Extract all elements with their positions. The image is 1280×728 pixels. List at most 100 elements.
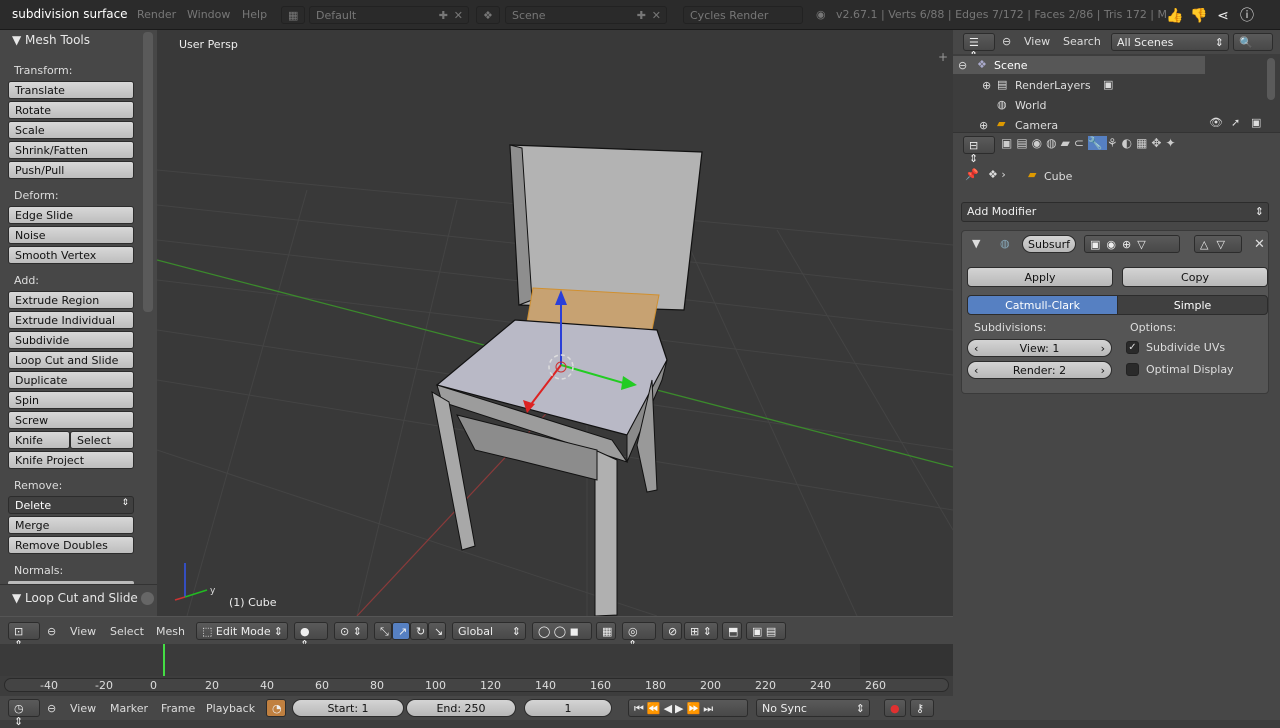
render-engine-selector[interactable]: Cycles Render (683, 6, 803, 24)
menu-render[interactable]: Render (137, 8, 176, 21)
layer-buttons[interactable]: ◯ ◯ ◼ (532, 622, 592, 640)
screw-button[interactable]: Screw (8, 411, 134, 429)
knife-button[interactable]: Knife (8, 431, 70, 449)
visibility-eye-icon[interactable]: 👁 (1209, 116, 1223, 129)
collapse-menus-icon[interactable]: ⊖ (47, 625, 56, 638)
outliner-search-icon[interactable]: 🔍 (1233, 33, 1273, 51)
last-operator-header[interactable]: ▼ Loop Cut and Slide (12, 591, 138, 605)
translate-manipulator-icon[interactable]: ↗ (392, 622, 410, 640)
edge-slide-button[interactable]: Edge Slide (8, 206, 134, 224)
merge-button[interactable]: Merge (8, 516, 134, 534)
menu-window[interactable]: Window (187, 8, 230, 21)
outliner-display-filter[interactable]: All Scenes ⇕ (1111, 33, 1229, 51)
viewport-shading-icon[interactable]: ● ⇕ (294, 622, 328, 651)
marker-menu[interactable]: Marker (110, 702, 148, 715)
catmull-clark-toggle[interactable]: Catmull-Clark (967, 295, 1118, 315)
outliner-row-scene[interactable]: ⊖ ❖ Scene (953, 56, 1205, 74)
toolshelf-scrollbar[interactable] (143, 32, 153, 312)
layout-icon[interactable]: ▦ (281, 6, 305, 24)
chair-mesh[interactable] (431, 144, 703, 616)
rotate-manipulator-icon[interactable]: ↻ (410, 622, 428, 640)
limit-selection-icon[interactable]: ▦ (596, 622, 616, 640)
outliner-view-menu[interactable]: View (1024, 35, 1050, 48)
preview-range-icon[interactable]: ◔ (266, 699, 286, 717)
spin-button[interactable]: Spin (8, 391, 134, 409)
3d-viewport[interactable]: y User Persp (1) Cube + (157, 30, 953, 616)
knife-select-button[interactable]: Select (70, 431, 134, 449)
timeline-area[interactable]: -40 -20 0 20 40 60 80 100 120 140 160 180 200 220 240 2… (0, 644, 953, 696)
proportional-edit-icon[interactable]: ◎ ⇕ (622, 622, 656, 651)
renderability-camera-icon[interactable]: ▣ (1251, 116, 1261, 129)
keying-set-icon[interactable]: ⚷ (910, 699, 934, 717)
push-pull-button[interactable]: Push/Pull (8, 161, 134, 179)
panel-grip-icon[interactable] (141, 592, 154, 605)
knife-project-button[interactable]: Knife Project (8, 451, 134, 469)
thumbs-up-icon[interactable]: 👍 (1166, 8, 1184, 26)
outliner-search-menu[interactable]: Search (1063, 35, 1101, 48)
timeline-view-menu[interactable]: View (70, 702, 96, 715)
timeline-editor-icon[interactable]: ◷ ⇕ (8, 699, 40, 728)
view-menu[interactable]: View (70, 625, 96, 638)
share-icon[interactable]: ⋖ (1214, 8, 1232, 26)
expand-plus-icon[interactable]: + (938, 50, 948, 64)
start-frame-field[interactable]: Start: 1 (292, 699, 404, 717)
snap-element-icon[interactable]: ⊞ ⇕ (684, 622, 718, 640)
render-subdivisions-field[interactable]: ‹ Render: 2 › (967, 361, 1112, 379)
loop-cut-slide-button[interactable]: Loop Cut and Slide (8, 351, 134, 369)
outliner-editor-icon[interactable]: ☰ ⇕ (963, 33, 995, 62)
snap-toggle-icon[interactable]: ⊘ (662, 622, 682, 640)
scale-button[interactable]: Scale (8, 121, 134, 139)
thumbs-down-icon[interactable]: 👎 (1190, 8, 1208, 26)
sync-mode-selector[interactable]: No Sync ⇕ (756, 699, 870, 717)
select-menu[interactable]: Select (110, 625, 144, 638)
duplicate-button[interactable]: Duplicate (8, 371, 134, 389)
apply-button[interactable]: Apply (967, 267, 1113, 287)
view-subdivisions-field[interactable]: ‹ View: 1 › (967, 339, 1112, 357)
playback-controls[interactable]: ⏮⏪◀▶⏩⏭ (628, 699, 748, 717)
add-modifier-dropdown[interactable]: Add Modifier ⇕ (961, 202, 1269, 222)
subdivide-button[interactable]: Subdivide (8, 331, 134, 349)
current-frame-field[interactable]: 1 (524, 699, 612, 717)
extrude-region-button[interactable]: Extrude Region (8, 291, 134, 309)
remove-modifier-close-icon[interactable]: ✕ (1254, 237, 1265, 252)
noise-button[interactable]: Noise (8, 226, 134, 244)
layout-selector[interactable]: Default ✚ ✕ (309, 6, 469, 24)
modifier-name-field[interactable]: Subsurf (1022, 235, 1076, 253)
scene-icon[interactable]: ❖ (476, 6, 500, 24)
mode-selector[interactable]: ⬚ Edit Mode ⇕ (196, 622, 288, 640)
rotate-button[interactable]: Rotate (8, 101, 134, 119)
transform-orientation-selector[interactable]: Global ⇕ (452, 622, 526, 640)
timeline-track[interactable] (0, 644, 953, 676)
info-icon[interactable]: ⓘ (1238, 5, 1256, 24)
pin-icon[interactable]: 📌 (965, 168, 979, 181)
simple-toggle[interactable]: Simple (1117, 295, 1268, 315)
remove-doubles-button[interactable]: Remove Doubles (8, 536, 134, 554)
properties-editor-icon[interactable]: ⊟ ⇕ (963, 136, 995, 165)
delete-dropdown[interactable]: Delete ⇕ (8, 496, 134, 514)
pivot-point-icon[interactable]: ⊙ ⇕ (334, 622, 368, 640)
mesh-tools-header[interactable]: ▼ Mesh Tools (12, 33, 90, 47)
outliner-row-world[interactable]: ◍ World (953, 96, 1205, 114)
opengl-render-icon[interactable]: ⬒ (722, 622, 742, 640)
record-icon[interactable]: ● (884, 699, 906, 717)
manipulator-toggle-icon[interactable]: ⤡ (374, 622, 392, 640)
optimal-display-checkbox[interactable] (1126, 363, 1139, 376)
end-frame-field[interactable]: End: 250 (406, 699, 516, 717)
modifier-move-arrows[interactable]: △▽ (1194, 235, 1242, 253)
playback-menu[interactable]: Playback (206, 702, 255, 715)
selectability-cursor-icon[interactable]: ➚ (1231, 116, 1240, 129)
menu-help[interactable]: Help (242, 8, 267, 21)
render-buttons[interactable]: ▣ ▤ (746, 622, 786, 640)
outliner-scrollbar[interactable] (1267, 58, 1275, 100)
subdivide-uvs-checkbox[interactable]: ✓ (1126, 341, 1139, 354)
smooth-vertex-button[interactable]: Smooth Vertex (8, 246, 134, 264)
translate-button[interactable]: Translate (8, 81, 134, 99)
timeline-scrollbar[interactable] (4, 678, 949, 692)
editor-type-icon[interactable]: ⊡ ⇕ (8, 622, 40, 651)
collapse-arrow-icon[interactable]: ▼ (972, 237, 980, 250)
properties-context-tabs[interactable]: ▣▤◉◍▰⊂🔧⚘◐▦✥✦ (1001, 136, 1180, 150)
mesh-menu[interactable]: Mesh (156, 625, 185, 638)
extrude-individual-button[interactable]: Extrude Individual (8, 311, 134, 329)
shrink-fatten-button[interactable]: Shrink/Fatten (8, 141, 134, 159)
current-frame-line[interactable] (163, 644, 165, 676)
